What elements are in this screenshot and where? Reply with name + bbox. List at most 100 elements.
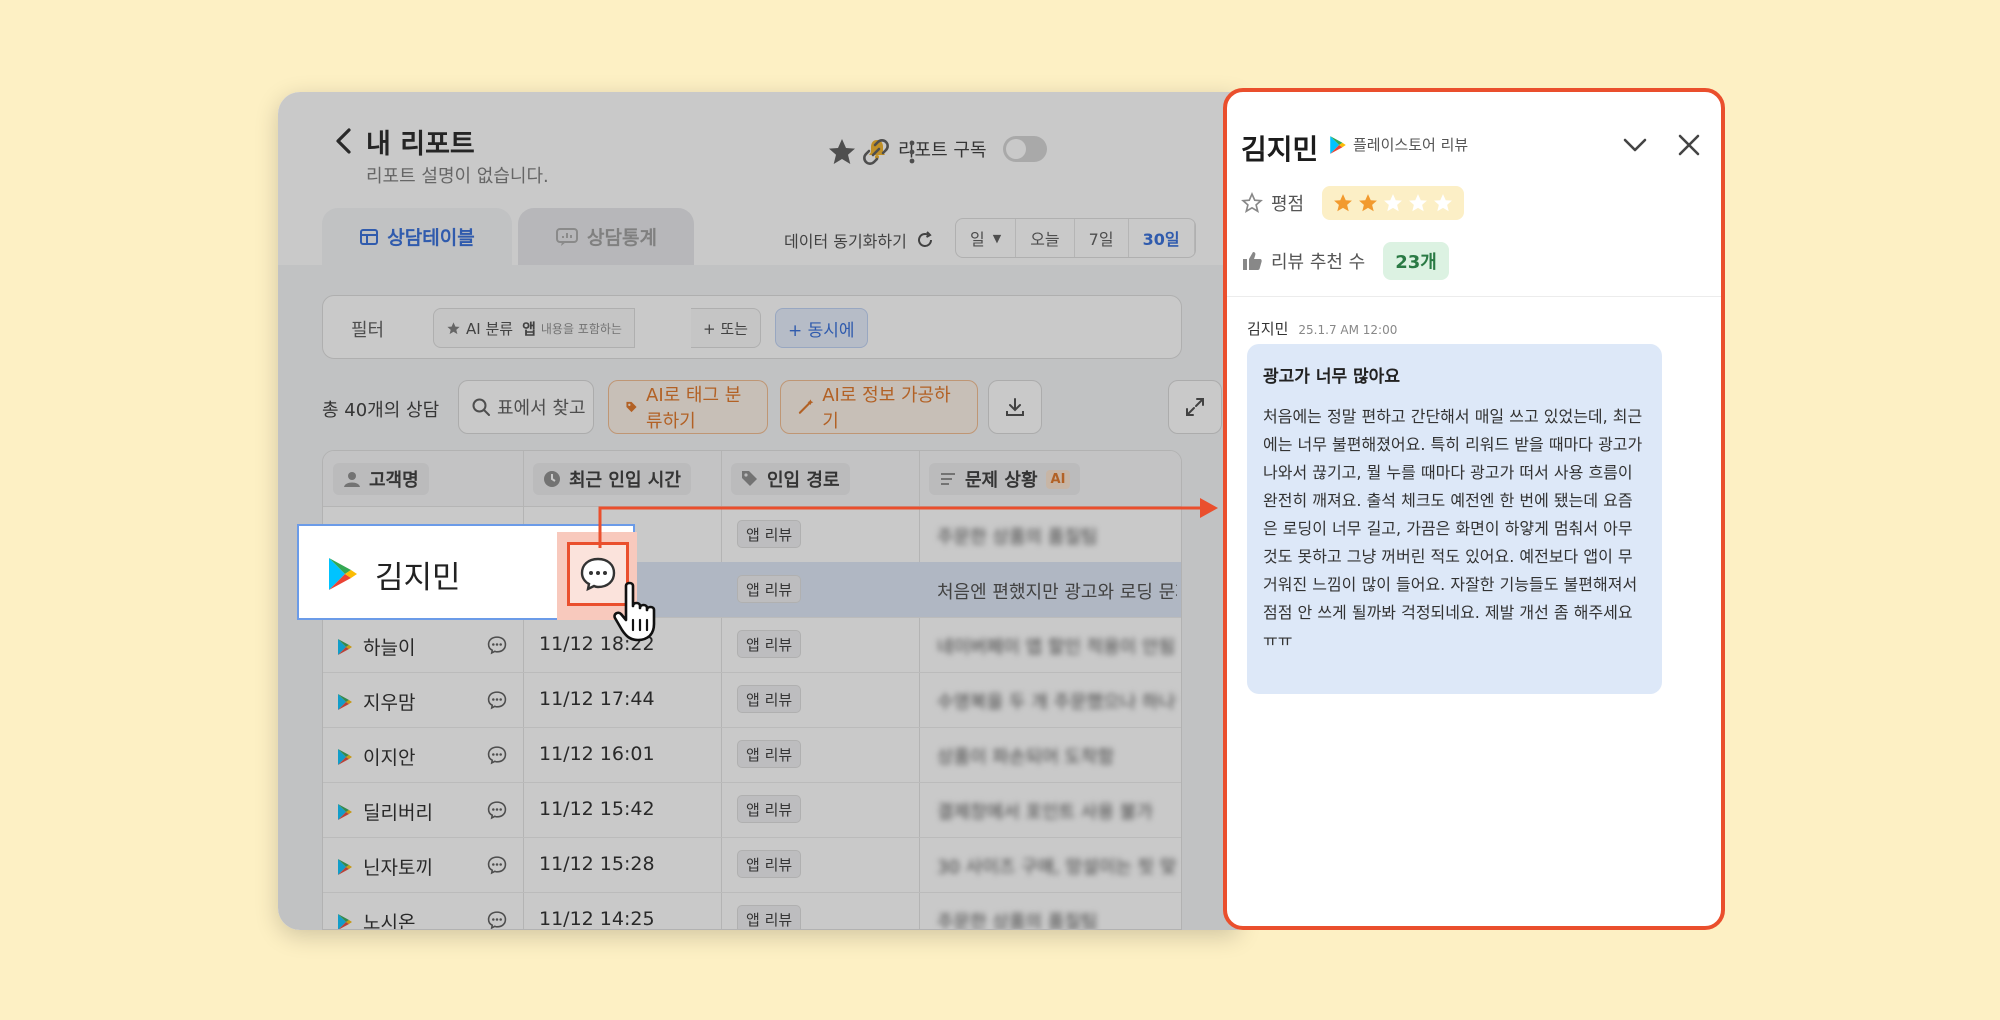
recommend-row: 리뷰 추천 수 23개	[1241, 242, 1449, 280]
route-badge: 앱 리뷰	[737, 630, 802, 658]
subscribe-toggle[interactable]	[1002, 136, 1047, 162]
date-range-selector: 일 ▼ 오늘 7일 30일	[955, 218, 1196, 258]
chat-bubble-icon[interactable]	[487, 800, 507, 820]
table-row[interactable]: 하늘이 11/12 18:22 앱 리뷰 네이버페이 앱 할인 적용이 안됨	[323, 617, 1181, 673]
customer-name-cell: 딜리버리	[337, 798, 433, 825]
filter-or-button[interactable]: + 또는	[691, 308, 761, 348]
tab-consult-stats[interactable]: 상담통계	[518, 208, 694, 265]
filter-chip-ai-category[interactable]: AI 분류 앱 내용을 포함하는	[433, 308, 635, 348]
column-header-customer[interactable]: 고객명	[333, 463, 429, 495]
customer-name-cell: 노시온	[337, 908, 416, 930]
customer-name-cell: 이지안	[337, 743, 415, 770]
tab-consult-table[interactable]: 상담테이블	[322, 208, 512, 265]
star-empty-icon	[1409, 194, 1428, 212]
issue-summary: 30 사이즈 구매, 망설이는 핏 맞지	[937, 857, 1177, 878]
table-toolbar: 총 40개의 상담 표에서 찾고 AI로 태그 분류하기 AI로 정보 가공하기	[322, 380, 1222, 434]
issue-summary: 네이버페이 앱 할인 적용이 안됨	[937, 637, 1176, 658]
range-option-7d[interactable]: 7일	[1075, 219, 1129, 257]
subscribe-area: 리포트 구독	[866, 136, 1047, 162]
chevron-down-icon: ▼	[992, 231, 1002, 245]
chat-bubble-icon[interactable]	[487, 855, 507, 875]
link-icon[interactable]	[860, 136, 892, 168]
chat-bubble-icon[interactable]	[487, 690, 507, 710]
person-icon	[344, 472, 360, 487]
table-row[interactable]: 이지안 11/12 16:01 앱 리뷰 상품이 파손되어 도착함	[323, 727, 1181, 783]
search-icon	[472, 398, 490, 416]
table-row[interactable]: 지우맘 11/12 17:44 앱 리뷰 수영복을 두 개 주문했으나 하나만	[323, 672, 1181, 728]
report-window: 내 리포트 리포트 설명이 없습니다. 리포트 구독 상담테이블 상담통계 데이…	[278, 92, 1238, 930]
column-header-route[interactable]: 인입 경로	[731, 463, 850, 495]
panel-source: 플레이스토어 리뷰	[1329, 134, 1468, 155]
review-body: 처음에는 정말 편하고 간단해서 매일 쓰고 있었는데, 최근에는 너무 불편해…	[1263, 407, 1643, 650]
page-description: 리포트 설명이 없습니다.	[366, 166, 549, 187]
issue-summary: 수영복을 두 개 주문했으나 하나만	[937, 692, 1177, 713]
customer-name: 딜리버리	[363, 802, 433, 824]
filter-and-button[interactable]: + 동시에	[775, 308, 868, 348]
inbound-time: 11/12 16:01	[539, 743, 655, 765]
sync-button[interactable]: 데이터 동기화하기	[784, 228, 935, 252]
callout-customer-name: 김지민	[375, 560, 461, 596]
customer-name: 닌자토끼	[363, 857, 433, 879]
chevron-down-icon[interactable]	[1620, 130, 1650, 160]
route-badge: 앱 리뷰	[737, 795, 802, 823]
download-button[interactable]	[988, 380, 1042, 434]
panel-source-label: 플레이스토어 리뷰	[1353, 136, 1469, 154]
play-store-icon	[338, 913, 352, 929]
issue-summary: 주문한 상품의 품질팀	[937, 912, 1098, 930]
customer-name-cell: 닌자토끼	[337, 853, 433, 880]
customer-name: 노시온	[363, 912, 416, 930]
search-placeholder: 표에서 찾고	[497, 398, 586, 419]
star-empty-icon	[1434, 194, 1453, 212]
customer-name-cell: 하늘이	[337, 633, 415, 660]
play-store-icon	[338, 693, 352, 710]
table-header: 고객명 최근 인입 시간 인입 경로 문제 상황 AI	[323, 451, 1181, 507]
play-store-icon	[338, 858, 352, 875]
download-icon	[1006, 398, 1024, 416]
range-unit-select[interactable]: 일 ▼	[956, 219, 1017, 257]
column-header-time[interactable]: 최근 인입 시간	[533, 463, 691, 495]
inbound-time: 11/12 15:28	[539, 853, 655, 875]
range-option-30d[interactable]: 30일	[1129, 219, 1195, 257]
table-row[interactable]: 닌자토끼 11/12 15:28 앱 리뷰 30 사이즈 구매, 망설이는 핏 맞지	[323, 837, 1181, 893]
table-row[interactable]: 노시온 11/12 14:25 앱 리뷰 주문한 상품의 품질팀	[323, 892, 1181, 930]
tabs-row: 상담테이블 상담통계 데이터 동기화하기 일 ▼ 오늘 7일 30일	[278, 208, 1238, 265]
review-bubble: 광고가 너무 많아요 처음에는 정말 편하고 간단해서 매일 쓰고 있었는데, …	[1247, 344, 1662, 694]
panel-divider	[1227, 296, 1721, 297]
issue-summary: 상품이 파손되어 도착함	[937, 747, 1115, 768]
star-outline-icon	[1241, 192, 1263, 213]
ai-badge: AI	[1045, 469, 1071, 489]
inbound-time: 11/12 14:25	[539, 908, 655, 930]
column-header-issue[interactable]: 문제 상황 AI	[929, 463, 1081, 495]
play-store-icon	[338, 638, 352, 655]
range-option-today[interactable]: 오늘	[1016, 219, 1075, 257]
review-detail-panel: 김지민 플레이스토어 리뷰 평점 리뷰 추천 수 23개 김지민 25.1.7 …	[1223, 88, 1725, 930]
customer-name-cell: 지우맘	[337, 688, 415, 715]
page-title: 내 리포트	[366, 129, 475, 160]
panel-customer-name: 김지민	[1241, 133, 1319, 166]
recommend-count-badge: 23개	[1383, 242, 1449, 280]
table-row[interactable]: 딜리버리 11/12 15:42 앱 리뷰 결제창에서 포인트 사용 불가	[323, 782, 1181, 838]
close-icon[interactable]	[1674, 130, 1704, 160]
star-empty-icon	[1384, 194, 1403, 212]
back-arrow-icon[interactable]	[332, 126, 356, 156]
chat-bubble-icon[interactable]	[487, 910, 507, 930]
ai-tag-button[interactable]: AI로 태그 분류하기	[608, 380, 768, 434]
review-title: 광고가 너무 많아요	[1263, 367, 1400, 387]
review-date: 25.1.7 AM 12:00	[1298, 323, 1398, 337]
chat-bubble-icon[interactable]	[487, 635, 507, 655]
ai-process-button[interactable]: AI로 정보 가공하기	[780, 380, 978, 434]
expand-button[interactable]	[1168, 380, 1222, 434]
star-icon[interactable]	[826, 136, 858, 168]
more-vertical-icon[interactable]	[896, 136, 928, 168]
expand-icon	[1186, 398, 1204, 416]
play-store-icon	[338, 748, 352, 765]
issue-summary: 주문한 상품의 품질팀	[937, 527, 1098, 548]
report-header: 내 리포트 리포트 설명이 없습니다. 리포트 구독 상담테이블 상담통계 데이…	[278, 92, 1238, 265]
search-input[interactable]: 표에서 찾고	[458, 380, 594, 434]
zoom-callout: 김지민	[297, 524, 637, 620]
inbound-time: 11/12 15:42	[539, 798, 655, 820]
play-store-icon	[329, 558, 357, 590]
star-filled-icon	[1334, 194, 1353, 212]
rating-label: 평점	[1271, 194, 1305, 215]
chat-bubble-icon[interactable]	[487, 745, 507, 765]
